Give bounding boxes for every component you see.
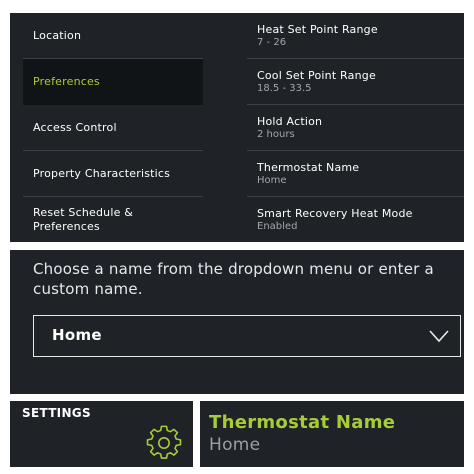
setting-value: Enabled xyxy=(257,221,298,232)
setting-hold-action[interactable]: Hold Action 2 hours xyxy=(247,105,464,151)
nav-item-property-characteristics[interactable]: Property Characteristics xyxy=(23,151,203,197)
setting-value: 2 hours xyxy=(257,129,295,140)
settings-label: SETTINGS xyxy=(22,406,91,420)
thermostat-name-title: Thermostat Name xyxy=(209,412,396,433)
setting-title: Thermostat Name xyxy=(257,161,360,174)
nav-item-preferences[interactable]: Preferences xyxy=(23,59,203,105)
name-editor-panel: Choose a name from the dropdown menu or … xyxy=(10,250,464,394)
nav-item-access-control[interactable]: Access Control xyxy=(23,105,203,151)
settings-list: Heat Set Point Range 7 - 26 Cool Set Poi… xyxy=(247,13,464,242)
setting-title: Heat Set Point Range xyxy=(257,23,378,36)
nav-item-label: Location xyxy=(33,28,82,42)
setting-value: 18.5 - 33.5 xyxy=(257,83,312,94)
settings-tile[interactable]: SETTINGS xyxy=(10,401,193,467)
setting-cool-set-point-range[interactable]: Cool Set Point Range 18.5 - 33.5 xyxy=(247,59,464,105)
setting-title: Smart Recovery Heat Mode xyxy=(257,207,413,220)
preferences-panel: Location Preferences Access Control Prop… xyxy=(10,13,464,242)
nav-item-label: Preferences xyxy=(33,74,100,88)
setting-title: Hold Action xyxy=(257,115,323,128)
nav-item-label: Access Control xyxy=(33,120,117,134)
setting-thermostat-name[interactable]: Thermostat Name Home xyxy=(247,151,464,197)
setting-heat-set-point-range[interactable]: Heat Set Point Range 7 - 26 xyxy=(247,13,464,59)
thermostat-name-value: Home xyxy=(209,435,261,455)
setting-smart-recovery-heat-mode[interactable]: Smart Recovery Heat Mode Enabled xyxy=(247,197,464,242)
nav-item-label: Reset Schedule & Preferences xyxy=(33,206,134,233)
gear-icon[interactable] xyxy=(146,425,182,461)
setting-value: 7 - 26 xyxy=(257,37,287,48)
setting-value: Home xyxy=(257,175,287,186)
chevron-down-icon xyxy=(429,330,449,343)
settings-nav: Location Preferences Access Control Prop… xyxy=(23,13,203,242)
nav-item-location[interactable]: Location xyxy=(23,13,203,59)
dropdown-selected-value: Home xyxy=(52,326,102,344)
nav-item-label: Property Characteristics xyxy=(33,166,171,180)
setting-title: Cool Set Point Range xyxy=(257,69,376,82)
name-prompt: Choose a name from the dropdown menu or … xyxy=(33,260,434,298)
nav-item-reset-schedule[interactable]: Reset Schedule & Preferences xyxy=(23,197,203,242)
thermostat-name-dropdown[interactable]: Home xyxy=(33,315,461,357)
thermostat-name-summary: Thermostat Name Home xyxy=(200,401,464,467)
